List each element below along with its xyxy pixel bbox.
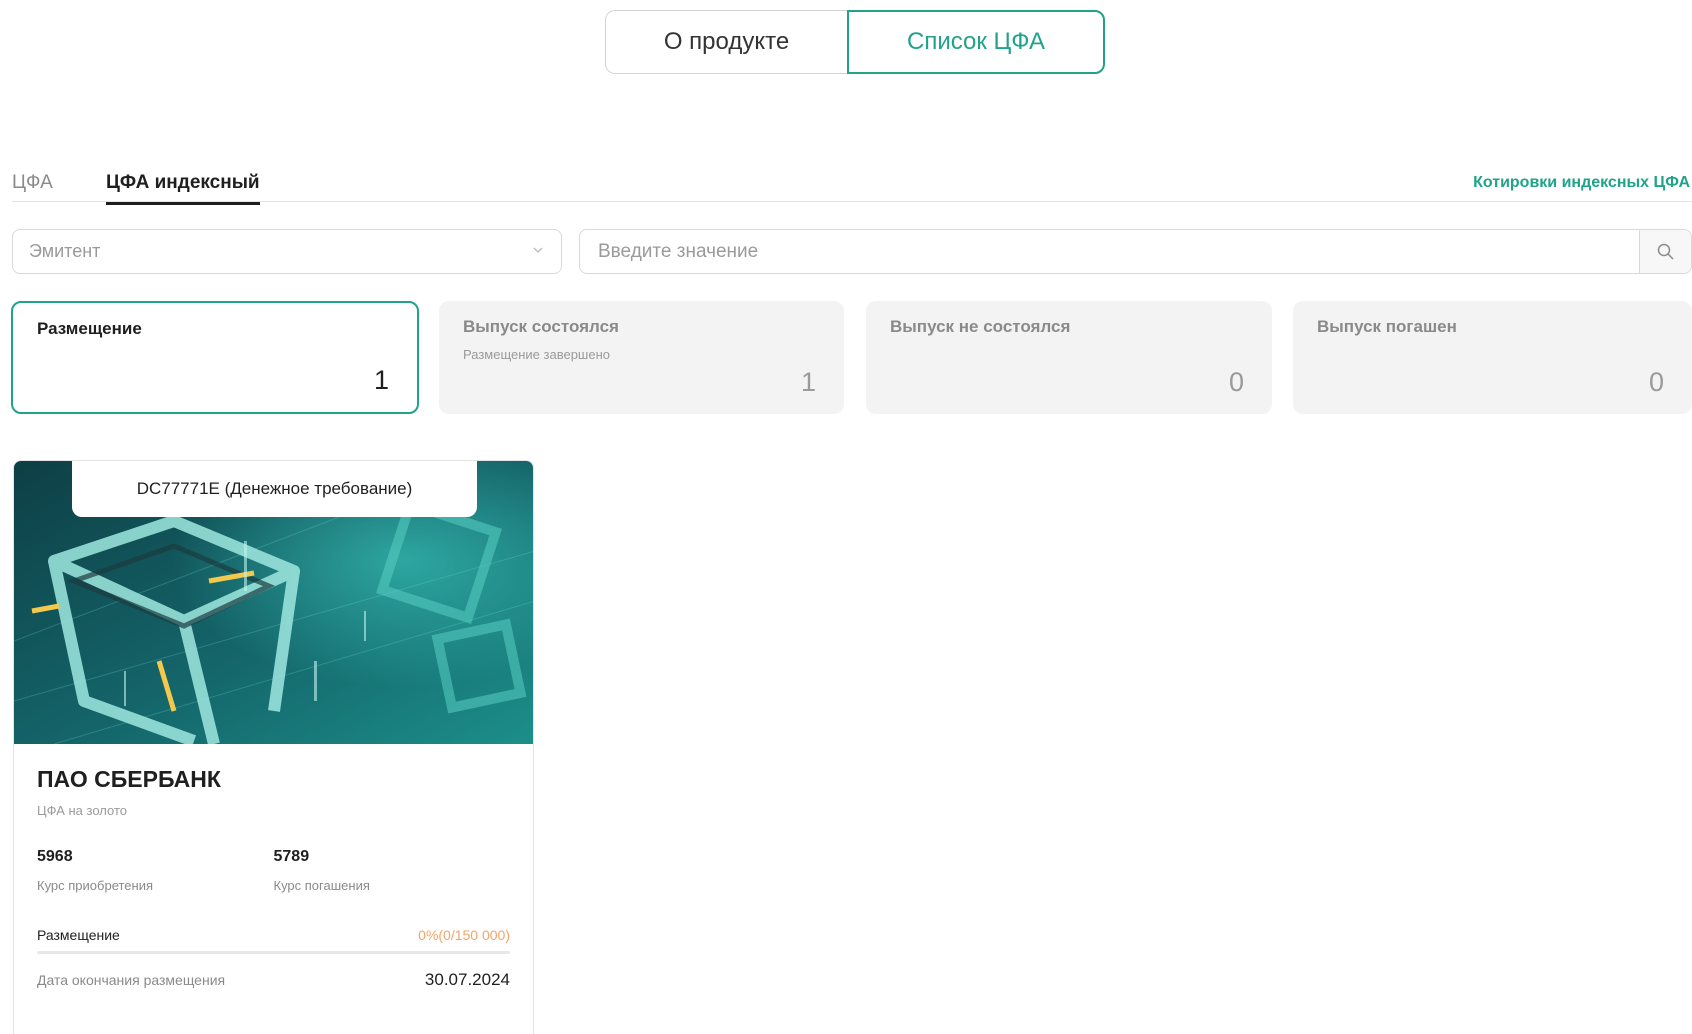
about-product-button[interactable]: О продукте [605, 10, 847, 74]
placement-row: Размещение 0%(0/150 000) [37, 927, 510, 943]
redemption-rate-value: 5789 [273, 848, 310, 865]
product-switch: О продукте Список ЦФА [605, 10, 1105, 74]
end-date-row: Дата окончания размещения 30.07.2024 [37, 970, 510, 990]
card-token-tag: DC77771E (Денежное требование) [72, 461, 477, 517]
card-cover-image: DC77771E (Денежное требование) [14, 461, 533, 744]
status-count: 0 [1228, 367, 1244, 397]
status-title: Выпуск погашен [1317, 317, 1457, 336]
status-title: Выпуск состоялся [463, 317, 619, 336]
status-count: 0 [1648, 367, 1664, 397]
purchase-rate-value: 5968 [37, 848, 73, 865]
status-card-not-issued[interactable]: Выпуск не состоялся 0 [866, 301, 1272, 414]
purchase-rate: 5968 Курс приобретения [37, 848, 274, 893]
tab-cfa[interactable]: ЦФА [12, 172, 53, 202]
chevron-down-icon [533, 247, 543, 253]
asset-type: ЦФА на золото [37, 803, 127, 818]
cfa-product-card[interactable]: DC77771E (Денежное требование) ПАО СБЕРБ… [13, 460, 534, 1034]
status-title: Выпуск не состоялся [890, 317, 1071, 336]
status-card-issued[interactable]: Выпуск состоялся Размещение завершено 1 [439, 301, 844, 414]
search-input[interactable] [580, 230, 1639, 273]
status-count: 1 [373, 365, 389, 395]
status-card-placement[interactable]: Размещение 1 [11, 301, 419, 414]
end-date-value: 30.07.2024 [424, 970, 510, 989]
index-quotes-link[interactable]: Котировки индексных ЦФА [1473, 174, 1690, 192]
cfa-tabs: ЦФА ЦФА индексный Котировки индексных ЦФ… [12, 168, 1692, 205]
redemption-rate: 5789 Курс погашения [274, 848, 511, 893]
cfa-list-button[interactable]: Список ЦФА [847, 10, 1105, 74]
emitter-placeholder: Эмитент [29, 241, 101, 261]
end-date-label: Дата окончания размещения [37, 972, 226, 988]
status-title: Размещение [37, 319, 142, 338]
purchase-rate-label: Курс приобретения [37, 878, 154, 893]
card-body: ПАО СБЕРБАНК ЦФА на золото 5968 Курс при… [14, 744, 533, 1010]
status-subtitle: Размещение завершено [463, 347, 610, 362]
status-count: 1 [800, 367, 816, 397]
rates: 5968 Курс приобретения 5789 Курс погашен… [37, 848, 510, 893]
search-icon [1657, 243, 1674, 260]
placement-progress-text: 0%(0/150 000) [418, 927, 510, 943]
placement-progress-bar [37, 951, 510, 954]
placement-label: Размещение [37, 927, 120, 943]
issuer-name: ПАО СБЕРБАНК [37, 766, 221, 792]
redemption-rate-label: Курс погашения [273, 878, 370, 893]
status-card-redeemed[interactable]: Выпуск погашен 0 [1293, 301, 1692, 414]
search-button[interactable] [1639, 230, 1691, 273]
search-field [579, 229, 1692, 274]
emitter-select[interactable]: Эмитент [12, 229, 562, 274]
tab-cfa-index[interactable]: ЦФА индексный [106, 172, 260, 205]
